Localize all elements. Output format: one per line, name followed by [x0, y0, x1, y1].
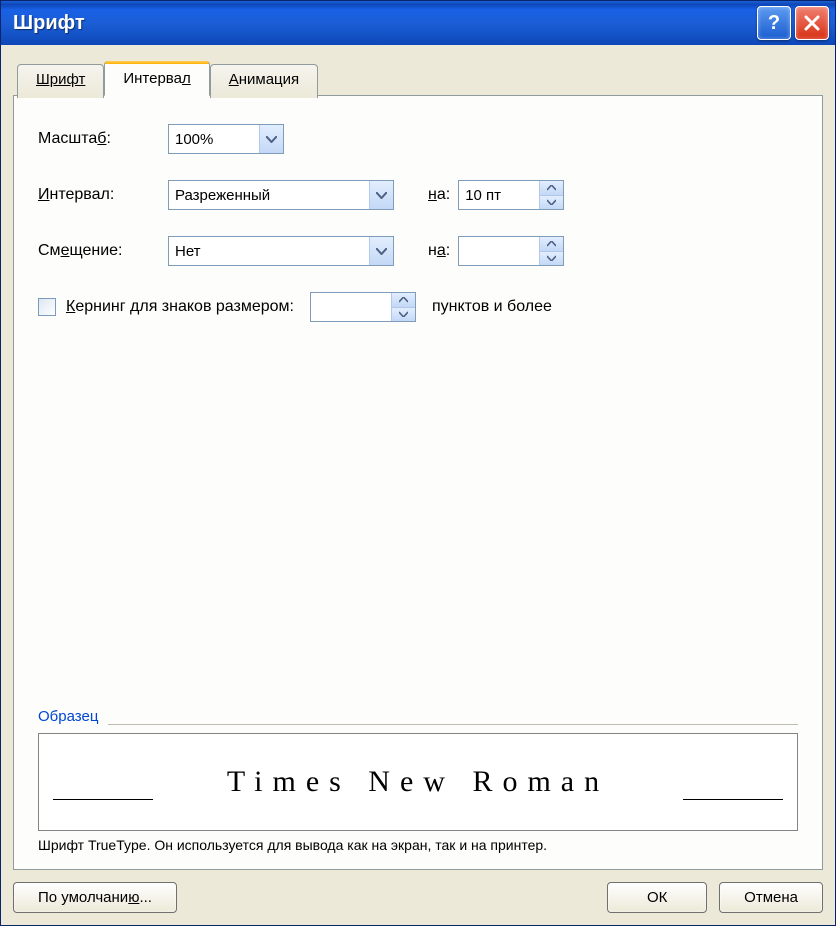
- preview-text: Times New Roman: [227, 765, 609, 799]
- chevron-down-icon: [399, 311, 408, 317]
- spacer: [38, 330, 798, 698]
- chevron-up-icon: [399, 297, 408, 303]
- ok-button[interactable]: ОК: [607, 882, 707, 913]
- kerning-spinner[interactable]: [310, 292, 416, 322]
- spacing-by-label: на:: [428, 186, 450, 204]
- position-by-spin-buttons: [539, 237, 563, 265]
- chevron-down-icon: [266, 136, 277, 143]
- preview-fieldset: Образец Times New Roman Шрифт TrueType. …: [38, 718, 798, 853]
- default-button[interactable]: По умолчанию...: [13, 882, 177, 913]
- row-scale: Масштаб:: [38, 124, 798, 154]
- kerning-input[interactable]: [311, 293, 391, 321]
- tab-panel: Масштаб: Интервал:: [13, 95, 823, 870]
- scale-label: Масштаб:: [38, 130, 168, 148]
- scale-input[interactable]: [169, 125, 259, 153]
- position-by-label: на:: [428, 242, 450, 260]
- window-title: Шрифт: [13, 12, 757, 35]
- scale-dropdown-button[interactable]: [259, 125, 283, 153]
- spacing-by-spin-buttons: [539, 181, 563, 209]
- row-kerning: Кернинг для знаков размером:: [38, 292, 798, 322]
- preview-hint: Шрифт TrueType. Он используется для выво…: [38, 837, 798, 853]
- preview-box: Times New Roman: [38, 733, 798, 831]
- titlebar: Шрифт ?: [1, 1, 835, 45]
- chevron-up-icon: [547, 241, 556, 247]
- chevron-up-icon: [547, 185, 556, 191]
- fieldset-line: [108, 724, 798, 725]
- row-position: Смещение: на:: [38, 236, 798, 266]
- font-dialog: Шрифт ? Шрифт Интервал Анимация: [0, 0, 836, 926]
- spacing-by-spin-down[interactable]: [540, 196, 563, 210]
- spacing-by-spinner[interactable]: [458, 180, 564, 210]
- cancel-button[interactable]: Отмена: [719, 882, 823, 913]
- position-by-spinner[interactable]: [458, 236, 564, 266]
- help-icon: ?: [768, 12, 780, 35]
- kerning-spin-down[interactable]: [392, 308, 415, 322]
- preview-section-label: Образец: [38, 708, 106, 725]
- close-button[interactable]: [795, 6, 829, 40]
- kerning-label: Кернинг для знаков размером:: [66, 298, 294, 316]
- spacing-combo[interactable]: [168, 180, 394, 210]
- tab-animation[interactable]: Анимация: [210, 64, 318, 98]
- spacing-input[interactable]: [169, 181, 369, 209]
- position-by-spin-up[interactable]: [540, 237, 563, 252]
- tab-row: Шрифт Интервал Анимация: [17, 61, 823, 95]
- scale-combo[interactable]: [168, 124, 284, 154]
- chevron-down-icon: [376, 192, 387, 199]
- kerning-suffix: пунктов и более: [432, 298, 552, 316]
- help-button[interactable]: ?: [757, 6, 791, 40]
- kerning-checkbox[interactable]: [38, 298, 56, 316]
- close-icon: [804, 15, 820, 31]
- chevron-down-icon: [547, 255, 556, 261]
- preview-underline-left: [53, 799, 153, 800]
- position-combo[interactable]: [168, 236, 394, 266]
- tab-font[interactable]: Шрифт: [17, 64, 104, 98]
- button-row: По умолчанию... ОК Отмена: [13, 882, 823, 913]
- spacing-by-spin-up[interactable]: [540, 181, 563, 196]
- spacing-label: Интервал:: [38, 186, 168, 204]
- row-spacing: Интервал: на:: [38, 180, 798, 210]
- position-by-spin-down[interactable]: [540, 252, 563, 266]
- position-dropdown-button[interactable]: [369, 237, 393, 265]
- chevron-down-icon: [547, 199, 556, 205]
- position-label: Смещение:: [38, 242, 168, 260]
- tab-interval[interactable]: Интервал: [104, 61, 209, 96]
- chevron-down-icon: [376, 248, 387, 255]
- spacing-dropdown-button[interactable]: [369, 181, 393, 209]
- kerning-spin-buttons: [391, 293, 415, 321]
- kerning-spin-up[interactable]: [392, 293, 415, 308]
- position-input[interactable]: [169, 237, 369, 265]
- spacing-by-input[interactable]: [459, 181, 539, 209]
- dialog-content: Шрифт Интервал Анимация Масштаб:: [1, 45, 835, 925]
- position-by-input[interactable]: [459, 237, 539, 265]
- form-area: Масштаб: Интервал:: [38, 124, 798, 330]
- preview-underline-right: [683, 799, 783, 800]
- titlebar-buttons: ?: [757, 6, 829, 40]
